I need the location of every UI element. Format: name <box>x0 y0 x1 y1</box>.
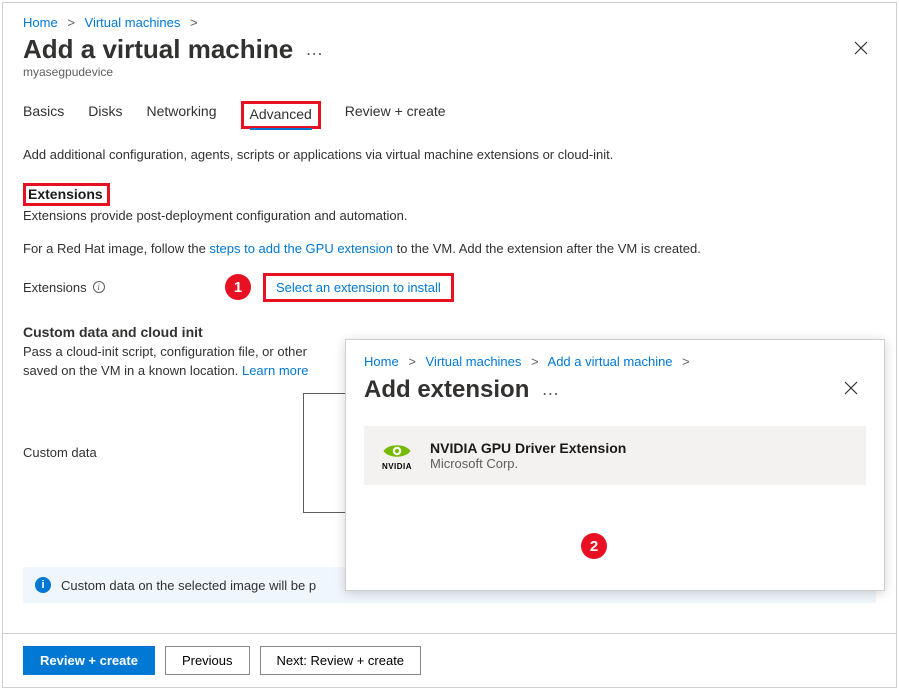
extensions-desc: Extensions provide post-deployment confi… <box>23 206 876 226</box>
close-icon[interactable] <box>846 35 876 64</box>
extensions-label-text: Extensions <box>23 280 87 295</box>
next-button[interactable]: Next: Review + create <box>260 646 422 675</box>
extension-name: NVIDIA GPU Driver Extension <box>430 440 626 456</box>
extension-meta: NVIDIA GPU Driver Extension Microsoft Co… <box>430 440 626 471</box>
breadcrumb-sep: > <box>408 354 416 369</box>
highlight-box: Extensions <box>23 183 110 206</box>
more-actions-icon[interactable]: … <box>541 379 560 400</box>
page-title: Add a virtual machine <box>23 34 293 65</box>
tabs: Basics Disks Networking Advanced Review … <box>23 103 876 129</box>
breadcrumb-sep: > <box>682 354 690 369</box>
breadcrumb-sep: > <box>531 354 539 369</box>
overlay-breadcrumb: Home > Virtual machines > Add a virtual … <box>364 354 866 369</box>
extension-publisher: Microsoft Corp. <box>430 456 626 471</box>
redhat-post: to the VM. Add the extension after the V… <box>393 241 701 256</box>
extensions-heading: Extensions <box>28 186 103 202</box>
callout-badge-1: 1 <box>225 274 251 300</box>
extension-item[interactable]: NVIDIA NVIDIA GPU Driver Extension Micro… <box>364 426 866 485</box>
callout-badge-2: 2 <box>581 533 607 559</box>
tab-networking[interactable]: Networking <box>146 103 216 129</box>
redhat-pre: For a Red Hat image, follow the <box>23 241 209 256</box>
tab-basics[interactable]: Basics <box>23 103 64 129</box>
customdata-heading: Custom data and cloud init <box>23 324 876 340</box>
breadcrumb-home[interactable]: Home <box>23 15 58 30</box>
overlay-crumb-add[interactable]: Add a virtual machine <box>548 354 673 369</box>
extensions-label: Extensions i <box>23 280 213 295</box>
customdata-desc-a: Pass a cloud-init script, configuration … <box>23 344 307 359</box>
extensions-selector-row: Extensions i 1 Select an extension to in… <box>23 273 876 302</box>
overlay-title: Add extension <box>364 376 529 404</box>
info-icon: i <box>35 577 51 593</box>
nvidia-wordmark: NVIDIA <box>382 462 412 471</box>
gpu-steps-link[interactable]: steps to add the GPU extension <box>209 241 393 256</box>
tab-review[interactable]: Review + create <box>345 103 446 129</box>
highlight-box: Advanced <box>241 101 321 129</box>
select-extension-link[interactable]: Select an extension to install <box>276 280 441 295</box>
breadcrumb-vms[interactable]: Virtual machines <box>85 15 181 30</box>
banner-text: Custom data on the selected image will b… <box>61 578 316 593</box>
overlay-title-row: Add extension … <box>364 375 866 404</box>
extensions-redhat-note: For a Red Hat image, follow the steps to… <box>23 239 876 259</box>
extensions-section: Extensions Extensions provide post-deplo… <box>23 183 876 302</box>
tab-disks[interactable]: Disks <box>88 103 122 129</box>
learn-more-link[interactable]: Learn more <box>242 363 308 378</box>
close-icon[interactable] <box>836 375 866 404</box>
customdata-label: Custom data <box>23 393 303 513</box>
breadcrumb-sep: > <box>190 15 198 30</box>
highlight-box: Select an extension to install <box>263 273 454 302</box>
customdata-desc-b: saved on the VM in a known location. <box>23 363 242 378</box>
breadcrumb: Home > Virtual machines > <box>23 15 876 30</box>
more-actions-icon[interactable]: … <box>305 39 324 60</box>
overlay-crumb-vms[interactable]: Virtual machines <box>426 354 522 369</box>
review-create-button[interactable]: Review + create <box>23 646 155 675</box>
info-icon[interactable]: i <box>93 281 105 293</box>
advanced-intro: Add additional configuration, agents, sc… <box>23 145 876 165</box>
overlay-crumb-home[interactable]: Home <box>364 354 399 369</box>
title-row: Add a virtual machine … <box>23 34 876 65</box>
breadcrumb-sep: > <box>67 15 75 30</box>
previous-button[interactable]: Previous <box>165 646 250 675</box>
tab-advanced[interactable]: Advanced <box>250 106 312 130</box>
page-subtitle: myasegpudevice <box>23 65 876 79</box>
nvidia-logo-icon: NVIDIA <box>380 440 414 471</box>
wizard-footer: Review + create Previous Next: Review + … <box>3 633 896 687</box>
add-extension-blade: Home > Virtual machines > Add a virtual … <box>345 339 885 591</box>
